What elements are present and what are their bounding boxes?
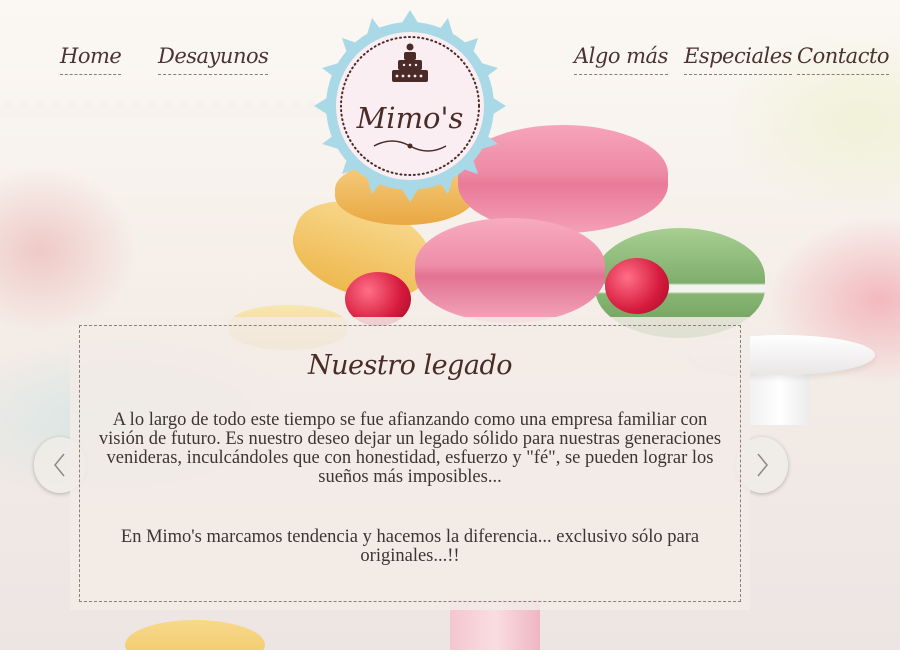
raspberry <box>605 258 669 314</box>
slide-paragraph-2: En Mimo's marcamos tendencia y hacemos l… <box>120 527 700 566</box>
nav-especiales[interactable]: Especiales <box>684 44 792 75</box>
logo-text: Mimo's <box>356 101 464 135</box>
yellow-macaron-bottom <box>125 620 265 650</box>
slide-caption-panel: Nuestro legado A lo largo de todo este t… <box>70 317 750 610</box>
chevron-left-icon <box>54 453 65 477</box>
nav-home[interactable]: Home <box>60 44 122 75</box>
zigzag-edge <box>0 100 330 118</box>
logo-badge: Mimo's <box>314 10 506 202</box>
chevron-right-icon <box>757 453 768 477</box>
mimos-logo[interactable]: Mimo's <box>312 8 508 204</box>
slide-paragraph-1: A lo largo de todo este tiempo se fue af… <box>98 410 722 487</box>
pink-macaron-middle <box>415 218 605 323</box>
nav-contacto[interactable]: Contacto <box>797 44 890 75</box>
slide-title: Nuestro legado <box>308 350 512 381</box>
nav-desayunos[interactable]: Desayunos <box>158 44 269 75</box>
nav-algo-mas[interactable]: Algo más <box>574 44 668 75</box>
